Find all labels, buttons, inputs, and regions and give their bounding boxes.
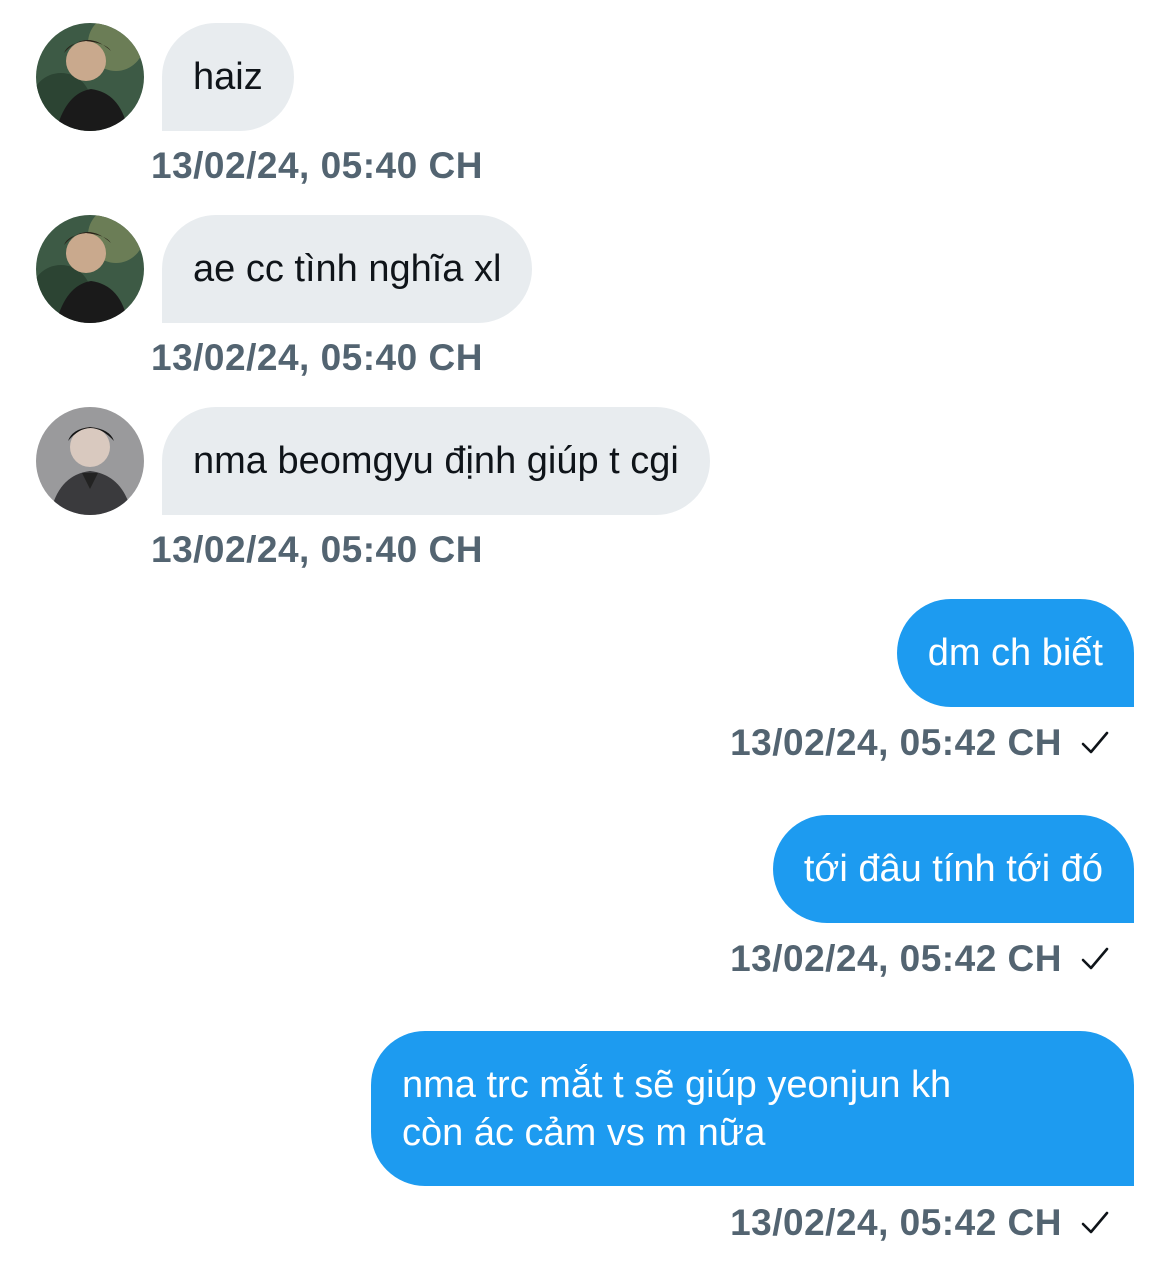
incoming-message-bubble[interactable]: ae cc tình nghĩa xl	[162, 215, 533, 323]
incoming-message-bubble[interactable]: haiz	[162, 23, 294, 131]
message-text: dm ch biết	[927, 631, 1103, 674]
check-icon	[1080, 944, 1110, 974]
avatar-user-a[interactable]	[36, 23, 144, 131]
message-meta: 13/02/24, 05:42 CH	[730, 722, 1110, 764]
message-timestamp: 13/02/24, 05:40 CH	[151, 337, 483, 378]
avatar-photo-a	[36, 215, 144, 323]
check-icon	[1080, 728, 1110, 758]
avatar-user-b[interactable]	[36, 407, 144, 515]
message-text-line: nma trc mắt t sẽ giúp yeonjun kh	[402, 1063, 952, 1106]
message-timestamp: 13/02/24, 05:40 CH	[151, 145, 483, 186]
avatar-photo-a	[36, 23, 144, 131]
outgoing-message-bubble[interactable]: nma trc mắt t sẽ giúp yeonjun kh còn ác …	[371, 1031, 1134, 1186]
message-meta: 13/02/24, 05:42 CH	[730, 1202, 1110, 1244]
message-text: ae cc tình nghĩa xl	[193, 247, 502, 290]
message-timestamp: 13/02/24, 05:42 CH	[730, 938, 1062, 979]
message-timestamp: 13/02/24, 05:40 CH	[151, 529, 483, 570]
message-text-line: còn ác cảm vs m nữa	[402, 1111, 766, 1154]
message-text: nma beomgyu định giúp t cgi	[193, 439, 679, 482]
avatar-user-a[interactable]	[36, 215, 144, 323]
incoming-message-bubble[interactable]: nma beomgyu định giúp t cgi	[162, 407, 710, 515]
outgoing-message-bubble[interactable]: dm ch biết	[896, 599, 1134, 707]
check-icon	[1080, 1208, 1110, 1238]
message-meta: 13/02/24, 05:42 CH	[730, 938, 1110, 980]
message-timestamp: 13/02/24, 05:42 CH	[730, 1202, 1062, 1243]
avatar-photo-b	[36, 407, 144, 515]
outgoing-message-bubble[interactable]: tới đâu tính tới đó	[772, 815, 1134, 923]
message-timestamp: 13/02/24, 05:42 CH	[730, 722, 1062, 763]
message-text: haiz	[193, 55, 263, 98]
message-text: tới đâu tính tới đó	[803, 847, 1103, 890]
